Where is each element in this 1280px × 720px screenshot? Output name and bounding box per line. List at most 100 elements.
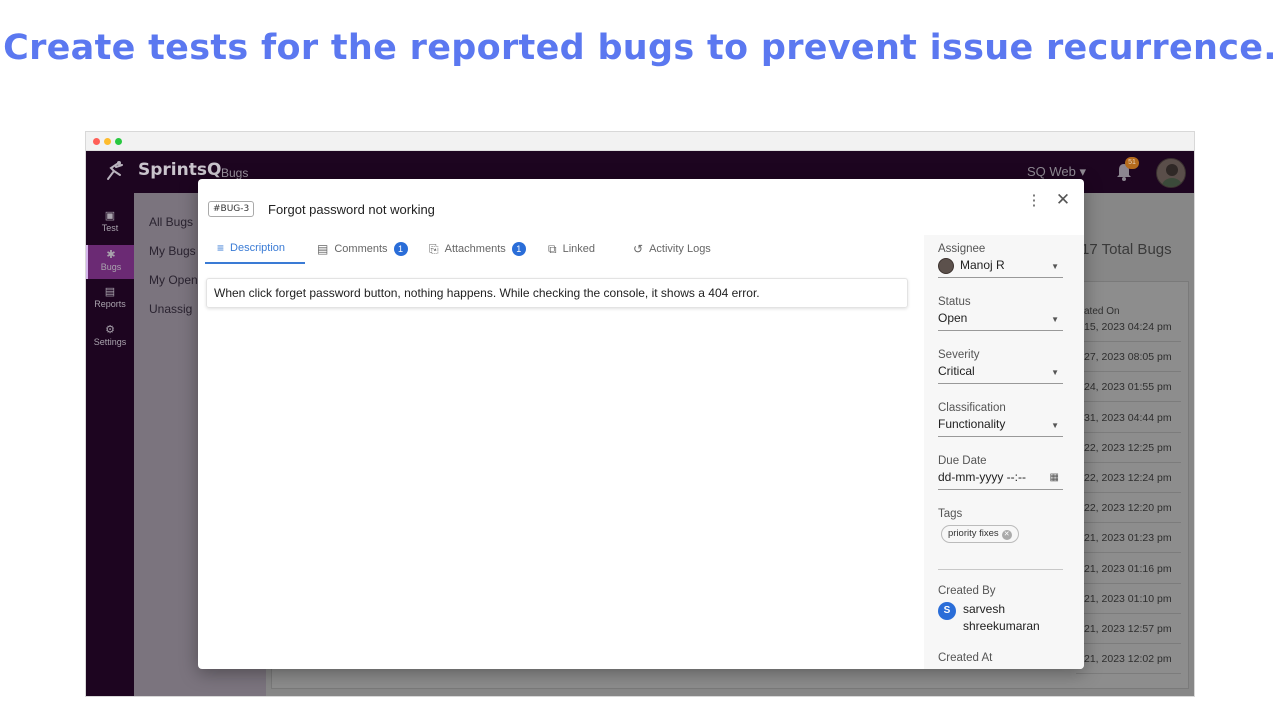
due-date-placeholder: dd-mm-yyyy --:-- — [938, 470, 1026, 484]
chevron-down-icon: ▼ — [1051, 262, 1059, 271]
status-field: Status Open ▼ — [938, 296, 1063, 331]
tab-linked[interactable]: ⧉ Linked — [548, 234, 595, 264]
row-divider — [1076, 492, 1181, 493]
classification-select[interactable]: Functionality ▼ — [938, 417, 1063, 437]
subnav-my-bugs[interactable]: My Bugs — [149, 244, 196, 258]
description-icon: ≡ — [217, 241, 225, 255]
tab-label: Comments — [334, 243, 388, 255]
due-date-field: Due Date dd-mm-yyyy --:-- ▦ — [938, 455, 1063, 490]
severity-select[interactable]: Critical ▼ — [938, 364, 1063, 384]
date-cell: 31, 2023 04:44 pm — [1084, 411, 1172, 424]
user-avatar[interactable] — [1156, 158, 1186, 188]
row-divider — [1076, 522, 1181, 524]
logo-icon — [107, 161, 123, 180]
avatar-photo-icon — [1162, 164, 1182, 187]
creator-avatar: S — [938, 602, 956, 620]
tab-activity-logs[interactable]: ↺ Activity Logs — [633, 234, 711, 264]
tag-label: priority fixes — [948, 528, 999, 539]
date-cell: 27, 2023 08:05 pm — [1084, 351, 1172, 364]
close-window-dot[interactable] — [93, 138, 100, 145]
chevron-down-icon: ▼ — [1051, 315, 1059, 324]
nav-label: Settings — [93, 337, 127, 347]
bug-tabs: ≡ Description ▤ Comments 1 ⎘ Attachments… — [205, 234, 915, 264]
nav-item-reports[interactable]: ▤ Reports — [86, 285, 134, 315]
remove-tag-icon[interactable]: ✕ — [1001, 530, 1012, 540]
row-divider — [1076, 643, 1181, 644]
subnav-my-open[interactable]: My Open — [149, 273, 198, 287]
date-cell: 15, 2023 04:24 pm — [1084, 321, 1172, 333]
bug-title[interactable]: Forgot password not working — [268, 202, 435, 217]
tab-label: Linked — [562, 243, 595, 255]
created-by-label: Created By — [938, 585, 996, 597]
nav-label: Test — [101, 223, 119, 233]
date-cell: 21, 2023 01:16 pm — [1084, 562, 1172, 575]
date-cell: 22, 2023 12:20 pm — [1084, 502, 1172, 515]
row-divider — [1076, 461, 1181, 463]
comments-count-badge: 1 — [393, 242, 408, 256]
maximize-window-dot[interactable] — [115, 138, 122, 145]
subnav-unassigned[interactable]: Unassig — [149, 302, 192, 316]
panel-divider — [938, 569, 1063, 570]
minimize-window-dot[interactable] — [104, 138, 111, 145]
status-select[interactable]: Open ▼ — [938, 311, 1063, 331]
creator-last-name: shreekumaran — [963, 619, 1040, 633]
date-cell: 21, 2023 12:02 pm — [1084, 653, 1172, 666]
tab-attachments[interactable]: ⎘ Attachments 1 — [429, 234, 526, 264]
creator-first-name: sarvesh — [963, 602, 1006, 616]
more-options-icon[interactable]: ⋮ — [1026, 191, 1042, 211]
tab-label: Attachments — [444, 243, 506, 255]
severity-label: Severity — [938, 349, 980, 361]
section-name: Bugs — [221, 166, 249, 180]
row-divider — [1076, 673, 1181, 675]
row-divider — [1076, 401, 1181, 403]
row-divider — [1076, 431, 1181, 433]
close-icon[interactable]: ✕ — [1053, 190, 1073, 210]
comment-icon: ▤ — [317, 242, 329, 256]
created-by-field: Created By S sarvesh shreekumaran — [938, 585, 1063, 635]
severity-value: Critical — [938, 364, 975, 378]
classification-label: Classification — [938, 402, 1006, 414]
total-bugs-count: 17 Total Bugs — [1081, 241, 1172, 258]
nav-item-bugs[interactable]: ✱ Bugs — [86, 245, 134, 279]
project-name: SQ Web — [1027, 164, 1076, 179]
date-cell: 21, 2023 01:23 pm — [1084, 532, 1172, 545]
tags-field: Tags priority fixes ✕ — [938, 508, 1063, 543]
creator-name: sarvesh shreekumaran — [963, 601, 1040, 635]
chevron-down-icon: ▼ — [1051, 421, 1059, 430]
history-icon: ↺ — [633, 242, 644, 256]
assignee-select[interactable]: Manoj R ▼ — [938, 258, 1063, 278]
created-at-field: Created At — [938, 652, 1063, 664]
bug-properties-panel: Assignee Manoj R ▼ Status Open ▼ Severit… — [924, 235, 1084, 669]
reports-icon: ▤ — [104, 286, 116, 298]
bug-detail-modal: #BUG-3 Forgot password not working ⋮ ✕ ≡… — [198, 179, 1084, 669]
status-value: Open — [938, 311, 968, 325]
bug-id-badge: #BUG-3 — [208, 201, 255, 217]
notification-badge: 51 — [1125, 157, 1139, 169]
nav-item-settings[interactable]: ⚙ Settings — [86, 323, 134, 353]
page-headline: Create tests for the reported bugs to pr… — [3, 28, 1277, 68]
due-date-input[interactable]: dd-mm-yyyy --:-- ▦ — [938, 470, 1063, 490]
assignee-avatar — [938, 258, 954, 274]
severity-field: Severity Critical ▼ — [938, 349, 1063, 384]
project-selector[interactable]: SQ Web ▾ — [1027, 164, 1086, 180]
nav-item-test[interactable]: ▣ Test — [86, 209, 134, 239]
brand-name: SprintsQ — [138, 160, 222, 180]
created-at-label: Created At — [938, 652, 993, 664]
date-cell: 22, 2023 12:24 pm — [1084, 472, 1172, 484]
row-divider — [1076, 371, 1181, 373]
classification-field: Classification Functionality ▼ — [938, 402, 1063, 437]
assignee-label: Assignee — [938, 243, 986, 255]
due-date-label: Due Date — [938, 455, 987, 467]
description-text[interactable]: When click forget password button, nothi… — [206, 278, 908, 308]
created-on-column-header[interactable]: ated On — [1084, 306, 1120, 317]
tag-chip[interactable]: priority fixes ✕ — [941, 525, 1019, 543]
row-divider — [1076, 582, 1181, 584]
date-cell: 24, 2023 01:55 pm — [1084, 381, 1172, 394]
subnav-all-bugs[interactable]: All Bugs — [149, 215, 193, 229]
calendar-icon[interactable]: ▦ — [1050, 472, 1059, 483]
date-cell: 22, 2023 12:25 pm — [1084, 441, 1172, 454]
paperclip-icon: ⎘ — [429, 241, 439, 256]
tab-description[interactable]: ≡ Description — [205, 234, 305, 264]
date-cell: 21, 2023 01:10 pm — [1084, 592, 1172, 605]
tab-comments[interactable]: ▤ Comments 1 — [317, 234, 408, 264]
